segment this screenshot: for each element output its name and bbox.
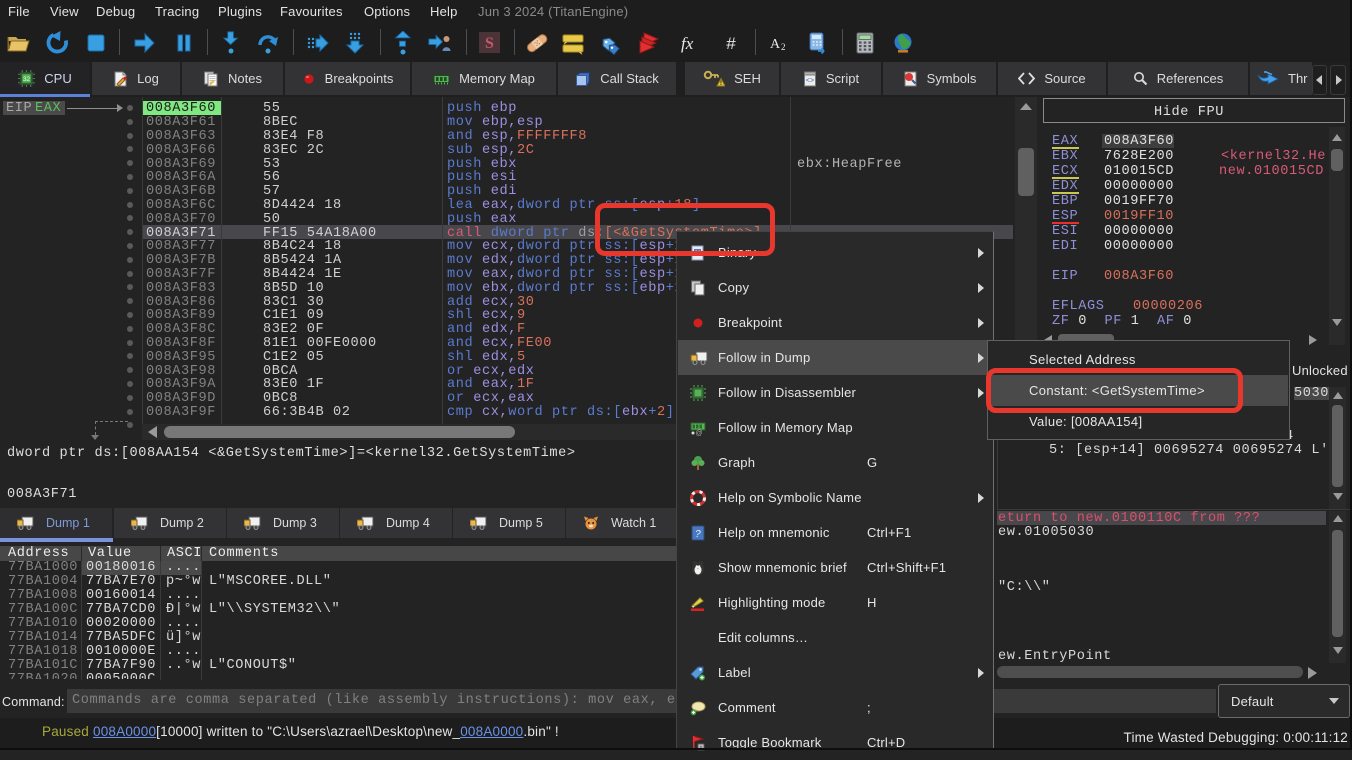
svg-text:A: A (770, 37, 781, 52)
svg-text:?: ? (695, 529, 701, 540)
svg-text:<>: <> (806, 77, 814, 85)
svg-text:@: @ (695, 430, 702, 436)
svg-text:2: 2 (781, 42, 786, 52)
svg-text:32: 32 (23, 76, 31, 83)
svg-text:fx: fx (681, 34, 694, 53)
svg-text:#: # (726, 34, 736, 53)
svg-text:S: S (485, 35, 494, 52)
svg-text:!: ! (720, 80, 722, 87)
